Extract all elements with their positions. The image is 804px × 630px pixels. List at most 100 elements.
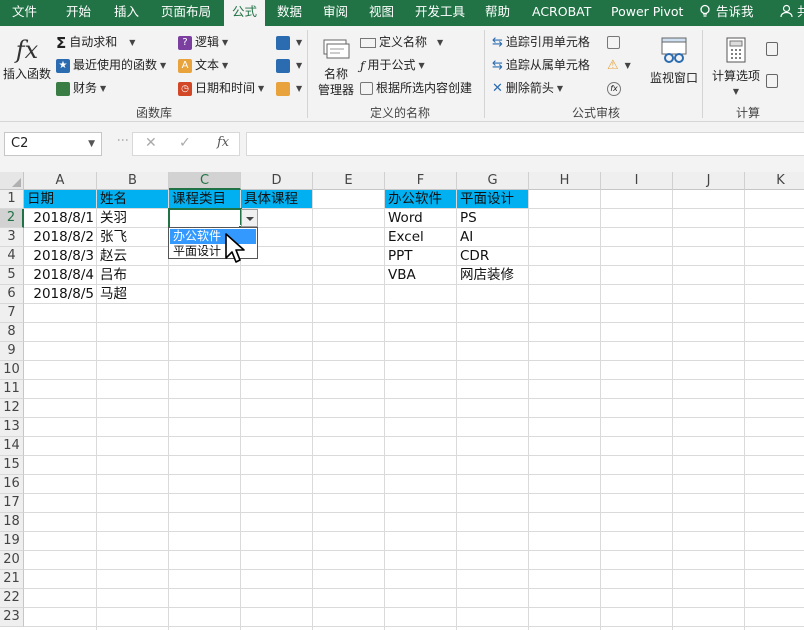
tab-formulas[interactable]: 公式	[224, 0, 266, 27]
financial-button[interactable]: 财务 ▼	[56, 80, 106, 97]
column-header-a[interactable]: A	[24, 172, 97, 190]
course-cell[interactable]: AI	[457, 228, 529, 247]
create-from-selection-button[interactable]: 根据所选内容创建	[360, 80, 472, 96]
table-header-cell[interactable]: 姓名	[97, 190, 169, 209]
row-header-6[interactable]: 6	[0, 285, 24, 304]
name-cell[interactable]: 赵云	[97, 247, 169, 266]
row-header-18[interactable]: 18	[0, 513, 24, 532]
tab-help[interactable]: 帮助	[485, 0, 510, 26]
recent-functions-button[interactable]: ★ 最近使用的函数 ▼	[56, 57, 166, 74]
date-cell[interactable]: 2018/8/5	[24, 285, 97, 304]
trace-precedents-button[interactable]: ⇆ 追踪引用单元格	[492, 34, 590, 51]
row-header-5[interactable]: 5	[0, 266, 24, 285]
evaluate-formula-button[interactable]: fx	[607, 80, 624, 96]
course-cell[interactable]: VBA	[385, 266, 457, 285]
column-header-j[interactable]: J	[673, 172, 745, 190]
dropdown-arrow-button[interactable]	[241, 209, 258, 227]
row-header-20[interactable]: 20	[0, 551, 24, 570]
row-header-7[interactable]: 7	[0, 304, 24, 323]
row-header-22[interactable]: 22	[0, 589, 24, 608]
logical-button[interactable]: ? 逻辑 ▼	[178, 34, 228, 51]
table-header-cell[interactable]: 课程类目	[169, 190, 241, 209]
row-header-12[interactable]: 12	[0, 399, 24, 418]
table-header-cell[interactable]: 办公软件	[385, 190, 457, 209]
row-header-15[interactable]: 15	[0, 456, 24, 475]
math-trig-button[interactable]: ▼	[276, 57, 302, 74]
resize-handle-icon[interactable]: ⋮	[116, 134, 130, 145]
select-all-button[interactable]	[0, 172, 24, 190]
course-cell[interactable]: PPT	[385, 247, 457, 266]
table-header-cell[interactable]: 日期	[24, 190, 97, 209]
lookup-reference-button[interactable]: ▼	[276, 34, 302, 51]
text-button[interactable]: A 文本 ▼	[178, 57, 228, 74]
row-header-2[interactable]: 2	[0, 209, 24, 228]
column-header-h[interactable]: H	[529, 172, 601, 190]
column-header-e[interactable]: E	[313, 172, 385, 190]
cancel-icon[interactable]: ✕	[145, 135, 157, 151]
column-header-g[interactable]: G	[457, 172, 529, 190]
tab-acrobat[interactable]: ACROBAT	[532, 0, 591, 26]
insert-function-icon[interactable]: fx	[217, 135, 229, 150]
column-header-b[interactable]: B	[97, 172, 169, 190]
calculate-sheet-button[interactable]	[766, 72, 781, 88]
more-functions-button[interactable]: ▼	[276, 80, 302, 97]
row-header-23[interactable]: 23	[0, 608, 24, 627]
name-box[interactable]: C2 ▼	[4, 132, 102, 156]
show-formulas-button[interactable]	[607, 34, 623, 50]
course-cell[interactable]: PS	[457, 209, 529, 228]
row-header-21[interactable]: 21	[0, 570, 24, 589]
tab-developer[interactable]: 开发工具	[415, 0, 465, 26]
course-cell[interactable]: Excel	[385, 228, 457, 247]
name-manager-button[interactable]: 名称 管理器	[316, 36, 356, 98]
table-header-cell[interactable]: 具体课程	[241, 190, 313, 209]
column-header-f[interactable]: F	[385, 172, 457, 190]
column-header-d[interactable]: D	[241, 172, 313, 190]
tab-file[interactable]: 文件	[12, 0, 37, 26]
tab-power-pivot[interactable]: Power Pivot	[611, 0, 683, 26]
define-name-button[interactable]: 定义名称 ▼	[360, 34, 443, 51]
date-cell[interactable]: 2018/8/4	[24, 266, 97, 285]
selected-cell[interactable]	[168, 208, 244, 231]
share-button[interactable]: 共	[780, 0, 804, 26]
column-header-c[interactable]: C	[169, 172, 241, 190]
worksheet-grid[interactable]: A B C D E F G H I J K 1 2 3 4 5 6 7 8 9 10 11 12 13 14 15 16 17 18 19…	[0, 172, 804, 630]
row-header-11[interactable]: 11	[0, 380, 24, 399]
column-header-i[interactable]: I	[601, 172, 673, 190]
calc-options-button[interactable]: 计算选项 ▼	[708, 36, 764, 100]
row-header-19[interactable]: 19	[0, 532, 24, 551]
name-cell[interactable]: 关羽	[97, 209, 169, 228]
name-cell[interactable]: 马超	[97, 285, 169, 304]
row-header-3[interactable]: 3	[0, 228, 24, 247]
row-header-8[interactable]: 8	[0, 323, 24, 342]
date-cell[interactable]: 2018/8/3	[24, 247, 97, 266]
tab-view[interactable]: 视图	[369, 0, 394, 26]
row-header-10[interactable]: 10	[0, 361, 24, 380]
row-header-4[interactable]: 4	[0, 247, 24, 266]
datetime-button[interactable]: ◷ 日期和时间 ▼	[178, 80, 264, 97]
table-header-cell[interactable]: 平面设计	[457, 190, 529, 209]
course-cell[interactable]: Word	[385, 209, 457, 228]
date-cell[interactable]: 2018/8/1	[24, 209, 97, 228]
remove-arrows-button[interactable]: ✕ 删除箭头 ▼	[492, 80, 563, 97]
row-header-17[interactable]: 17	[0, 494, 24, 513]
course-cell[interactable]: 网店装修	[457, 266, 529, 285]
row-header-13[interactable]: 13	[0, 418, 24, 437]
calculate-now-button[interactable]	[766, 40, 781, 56]
enter-icon[interactable]: ✓	[179, 135, 191, 151]
column-header-k[interactable]: K	[745, 172, 804, 190]
row-header-9[interactable]: 9	[0, 342, 24, 361]
row-header-14[interactable]: 14	[0, 437, 24, 456]
tab-review[interactable]: 审阅	[323, 0, 348, 26]
date-cell[interactable]: 2018/8/2	[24, 228, 97, 247]
tab-home[interactable]: 开始	[66, 0, 91, 26]
tab-insert[interactable]: 插入	[114, 0, 139, 26]
row-header-1[interactable]: 1	[0, 190, 24, 209]
formula-input[interactable]	[246, 132, 804, 156]
course-cell[interactable]: CDR	[457, 247, 529, 266]
tab-page-layout[interactable]: 页面布局	[161, 0, 211, 26]
name-cell[interactable]: 张飞	[97, 228, 169, 247]
tell-me-box[interactable]: 告诉我	[698, 0, 754, 26]
error-checking-button[interactable]: ⚠ ▼	[607, 57, 631, 74]
tab-data[interactable]: 数据	[277, 0, 302, 26]
use-in-formula-button[interactable]: ƒ 用于公式 ▼	[360, 57, 425, 74]
